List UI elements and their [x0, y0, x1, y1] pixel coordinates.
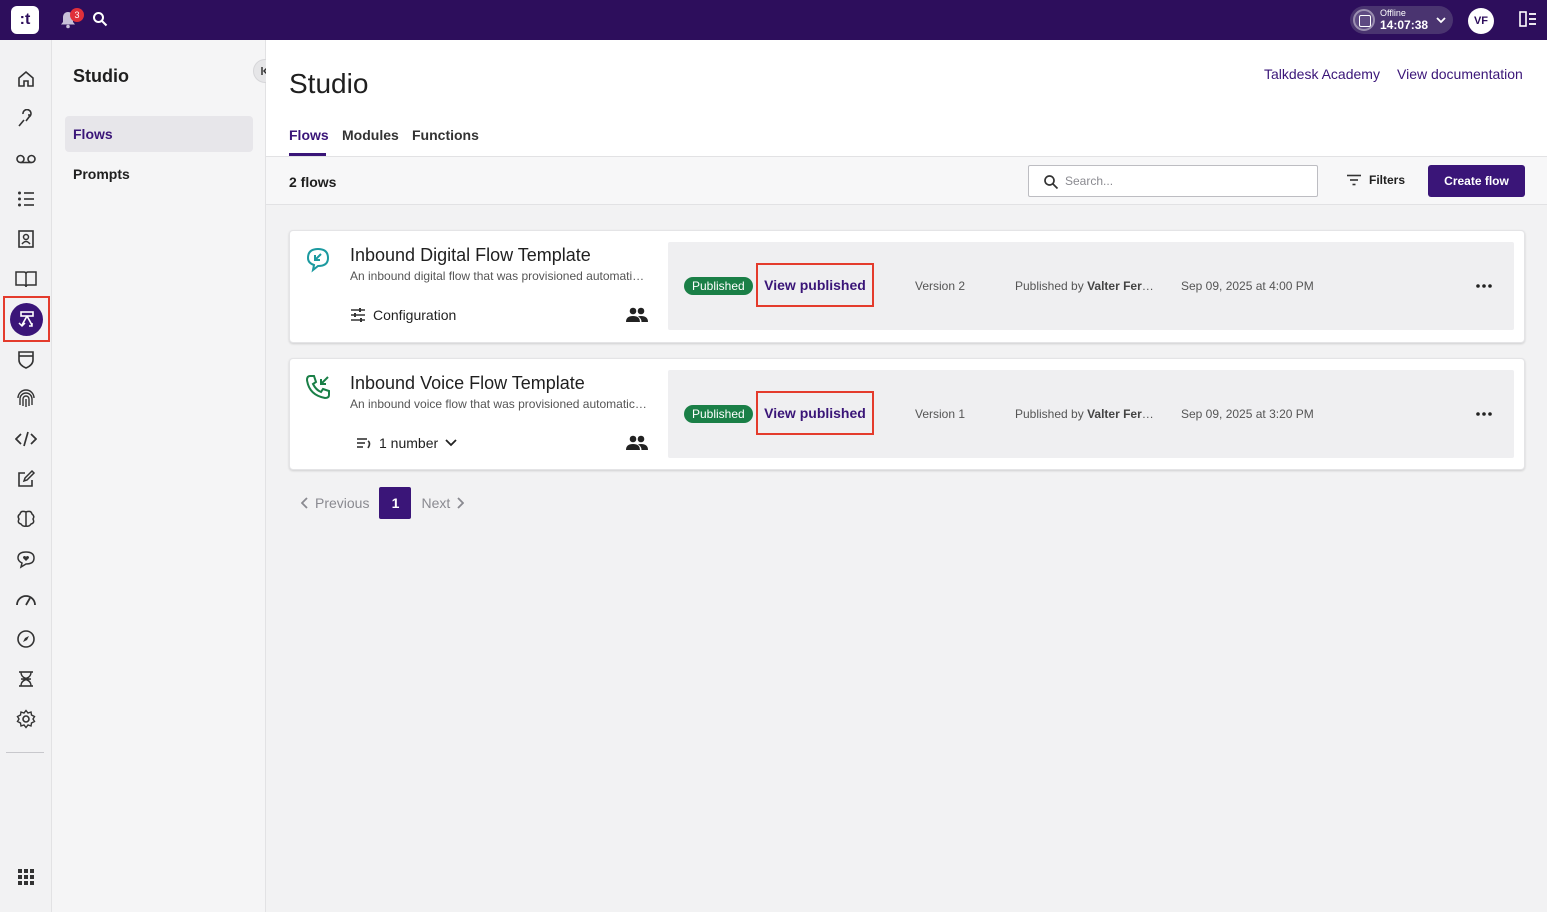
- voicemail-icon[interactable]: [12, 145, 40, 173]
- active-tab-indicator: [289, 153, 326, 156]
- sliders-icon: [351, 308, 365, 322]
- flow-title[interactable]: Inbound Voice Flow Template: [350, 373, 585, 394]
- code-icon[interactable]: [12, 425, 40, 453]
- settings-icon[interactable]: [12, 705, 40, 733]
- flow-meta-label: 1 number: [379, 435, 439, 451]
- flows-toolbar: 2 flows Filters Create flow: [266, 157, 1547, 205]
- people-icon: [626, 307, 648, 328]
- published-version-panel: Published View published Version 1 Publi…: [668, 370, 1514, 458]
- sidebar-item-prompts[interactable]: Prompts: [65, 156, 253, 192]
- people-icon: [626, 435, 648, 456]
- view-published-link[interactable]: View published: [756, 263, 874, 307]
- status-label: Offline: [1380, 8, 1406, 18]
- chevron-right-icon: [457, 497, 465, 509]
- publisher-name: Valter Fernandes: [1087, 407, 1161, 421]
- publisher-name: Valter Fernandes: [1087, 279, 1161, 293]
- talkdesk-logo[interactable]: :t: [11, 6, 39, 34]
- rail-active-highlight: [3, 296, 50, 342]
- next-label: Next: [421, 495, 451, 511]
- flow-configuration[interactable]: Configuration: [350, 307, 456, 323]
- flow-version: Version 1: [915, 407, 966, 421]
- status-icon: [1353, 9, 1375, 31]
- notification-count-badge: 3: [70, 8, 84, 22]
- flow-card[interactable]: Inbound Voice Flow Template An inbound v…: [289, 358, 1525, 470]
- flow-title[interactable]: Inbound Digital Flow Template: [350, 245, 591, 266]
- search-icon: [1044, 175, 1059, 190]
- flow-count: 2 flows: [289, 174, 337, 190]
- page-title: Studio: [289, 68, 369, 99]
- user-avatar[interactable]: VF: [1468, 8, 1494, 34]
- tab-functions[interactable]: Functions: [412, 127, 479, 143]
- filters-button[interactable]: Filters: [1346, 173, 1405, 187]
- filters-label: Filters: [1369, 173, 1406, 187]
- handshake-icon[interactable]: [12, 105, 40, 133]
- published-by: Published by Valter Fernandes: [1015, 407, 1161, 421]
- page-header: Studio Talkdesk Academy View documentati…: [266, 40, 1547, 157]
- studio-flows-icon[interactable]: [10, 303, 43, 336]
- flow-card[interactable]: Inbound Digital Flow Template An inbound…: [289, 230, 1525, 343]
- list-icon[interactable]: [12, 185, 40, 213]
- flow-meta-label: Configuration: [373, 307, 457, 323]
- published-date: Sep 09, 2025 at 4:00 PM: [1181, 279, 1314, 293]
- flow-description: An inbound voice flow that was provision…: [350, 397, 650, 411]
- create-flow-button[interactable]: Create flow: [1428, 165, 1525, 197]
- previous-label: Previous: [315, 495, 370, 511]
- agent-status-selector[interactable]: Offline 14:07:38: [1350, 6, 1453, 34]
- status-timer: 14:07:38: [1380, 18, 1429, 32]
- fingerprint-icon[interactable]: [12, 385, 40, 413]
- status-badge: Published: [684, 405, 753, 423]
- view-documentation-link[interactable]: View documentation: [1397, 66, 1523, 82]
- flow-numbers-dropdown[interactable]: 1 number: [356, 435, 457, 451]
- search-input[interactable]: [1065, 172, 1305, 190]
- voice-phone-icon: [304, 373, 332, 401]
- published-by-prefix: Published by: [1015, 279, 1084, 293]
- sidebar-item-flows[interactable]: Flows: [65, 116, 253, 152]
- flow-description: An inbound digital flow that was provisi…: [350, 269, 650, 283]
- chevron-down-icon: [445, 439, 457, 447]
- dna-icon[interactable]: [12, 665, 40, 693]
- talkdesk-academy-link[interactable]: Talkdesk Academy: [1264, 66, 1380, 82]
- pagination: Previous 1 Next: [301, 487, 465, 519]
- sidebar-title: Studio: [73, 66, 129, 86]
- app-rail: [0, 40, 52, 912]
- page-number-button[interactable]: 1: [379, 487, 412, 519]
- apps-grid-icon[interactable]: [12, 863, 40, 891]
- status-badge: Published: [684, 277, 753, 295]
- side-panel-icon[interactable]: [1519, 11, 1537, 32]
- brain-icon[interactable]: [12, 505, 40, 533]
- chat-heart-icon[interactable]: [12, 545, 40, 573]
- chevron-left-icon: [301, 497, 308, 509]
- published-by-prefix: Published by: [1015, 407, 1084, 421]
- published-date: Sep 09, 2025 at 3:20 PM: [1181, 407, 1314, 421]
- digital-chat-icon: [304, 245, 332, 273]
- main-content: Studio Talkdesk Academy View documentati…: [266, 40, 1547, 912]
- gauge-icon[interactable]: [12, 585, 40, 613]
- next-page-button[interactable]: Next: [421, 495, 465, 511]
- published-version-panel: Published View published Version 2 Publi…: [668, 242, 1514, 330]
- tab-flows[interactable]: Flows: [289, 127, 329, 143]
- search-field[interactable]: [1028, 165, 1318, 197]
- rail-divider: [6, 752, 44, 753]
- top-bar: :t 3 Offline 14:07:38 VF: [0, 0, 1547, 40]
- home-icon[interactable]: [12, 65, 40, 93]
- compass-icon[interactable]: [12, 625, 40, 653]
- tab-modules[interactable]: Modules: [342, 127, 399, 143]
- previous-page-button[interactable]: Previous: [301, 495, 369, 511]
- edit-icon[interactable]: [12, 465, 40, 493]
- published-by: Published by Valter Fernandes: [1015, 279, 1161, 293]
- studio-sidebar: Studio Flows Prompts: [52, 40, 277, 912]
- shield-icon[interactable]: [12, 345, 40, 373]
- flow-version: Version 2: [915, 279, 966, 293]
- view-published-link[interactable]: View published: [756, 391, 874, 435]
- book-icon[interactable]: [12, 265, 40, 293]
- more-options-icon[interactable]: [1474, 404, 1494, 424]
- filter-icon: [1347, 174, 1361, 186]
- chevron-down-icon: [1435, 13, 1447, 31]
- more-options-icon[interactable]: [1474, 276, 1494, 296]
- phone-list-icon: [357, 438, 371, 449]
- contacts-icon[interactable]: [12, 225, 40, 253]
- search-icon[interactable]: [92, 11, 108, 32]
